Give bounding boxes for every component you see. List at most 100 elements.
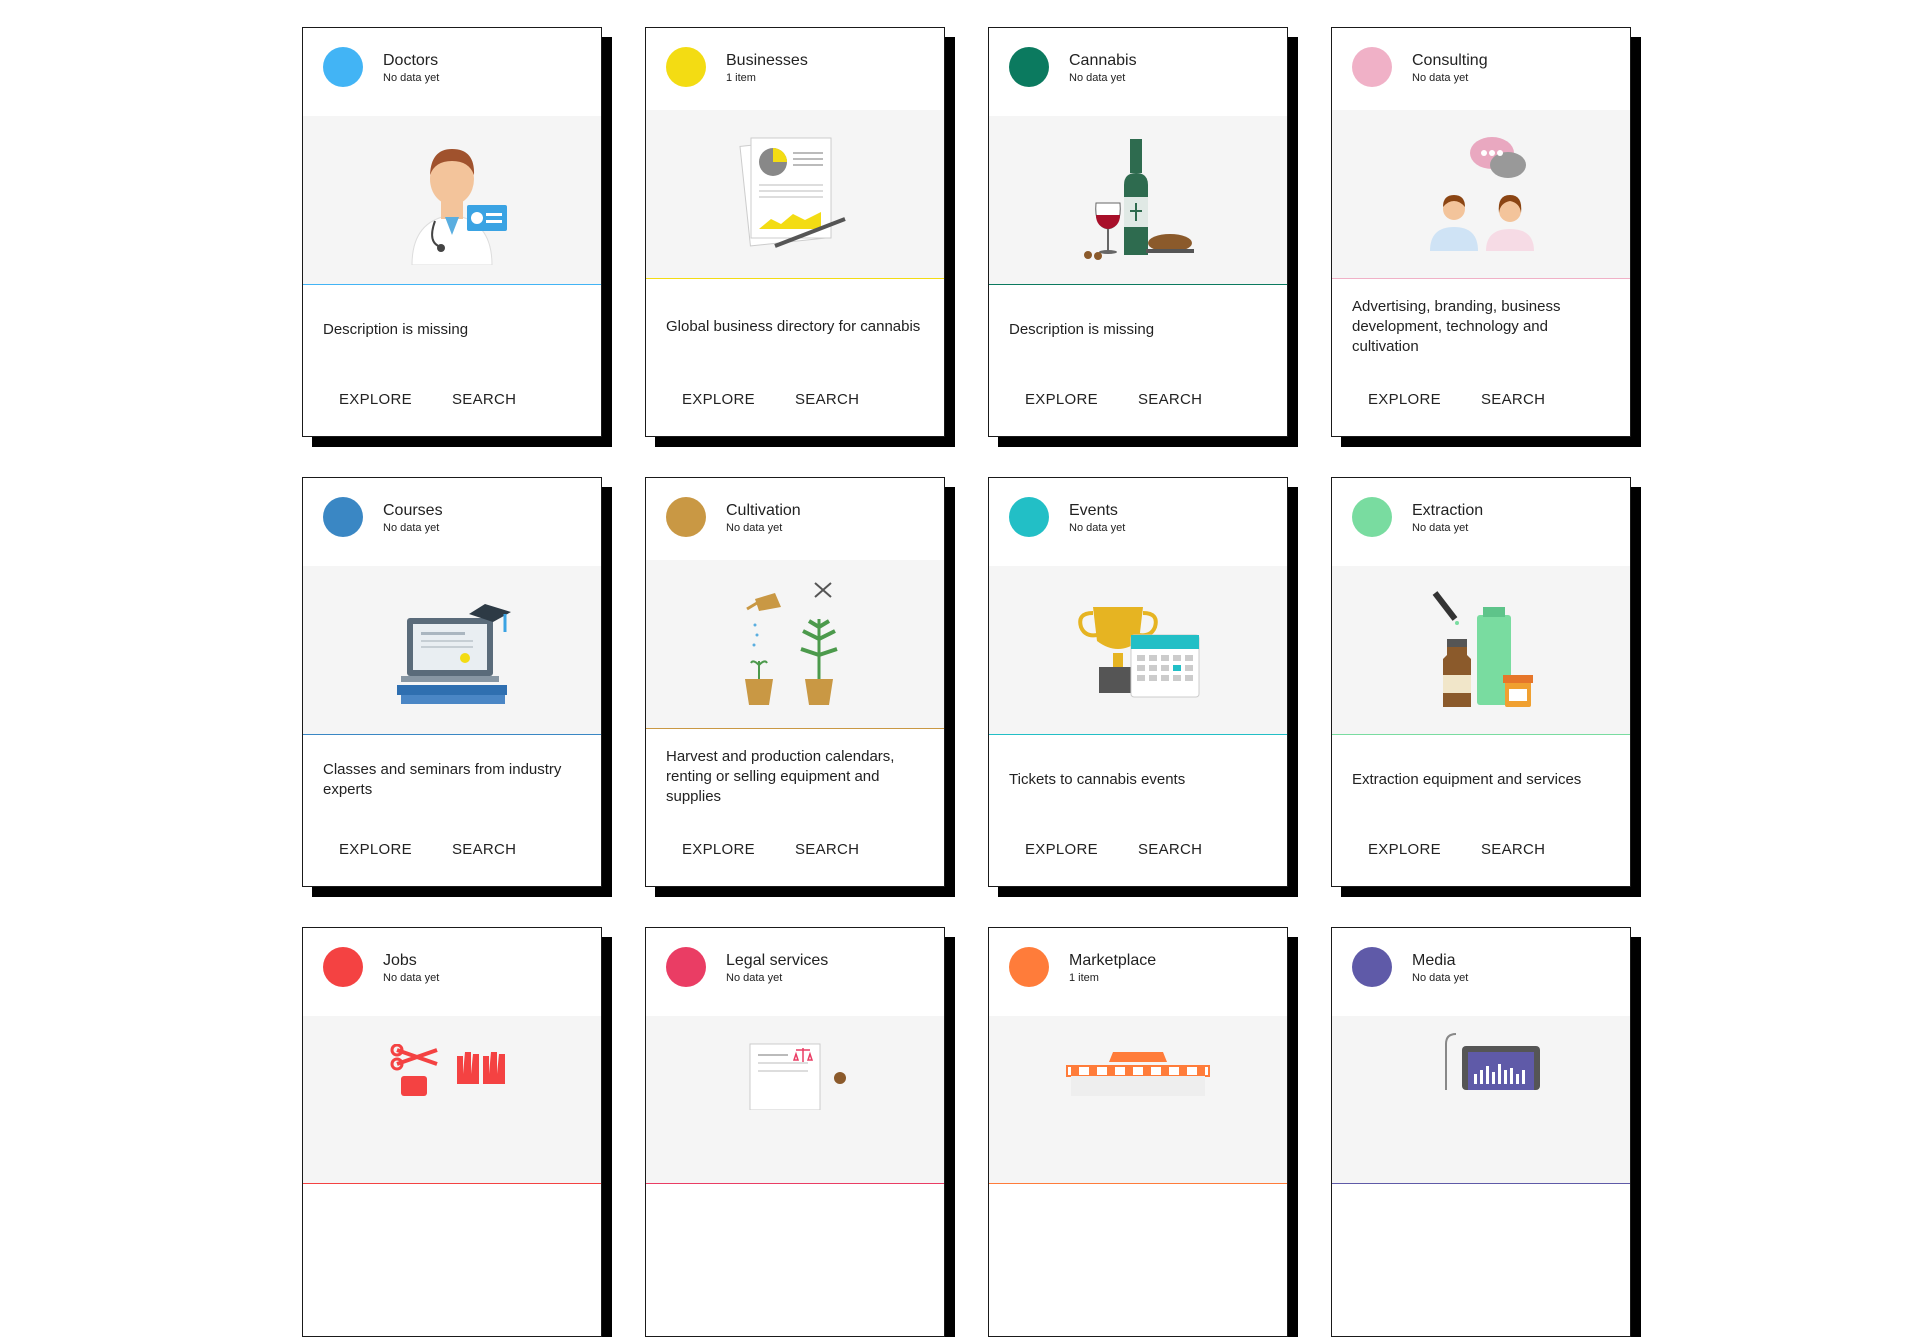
card-media (646, 560, 944, 729)
card-actions: EXPLORE SEARCH (682, 841, 859, 858)
card-media (303, 116, 601, 285)
card-media (989, 566, 1287, 735)
card-description: Extraction equipment and services (1352, 771, 1582, 788)
category-card-marketplace: Marketplace 1 item (988, 927, 1288, 1337)
category-avatar (666, 47, 706, 87)
card-header: Marketplace 1 item (989, 928, 1287, 1016)
card-description: Harvest and production calendars, rentin… (666, 748, 895, 805)
card-title: Cultivation (726, 502, 801, 519)
search-button[interactable]: SEARCH (452, 391, 516, 408)
market-stall-icon (1066, 1052, 1210, 1096)
category-card-doctors: Doctors No data yet Description is missi… (302, 27, 602, 437)
explore-button[interactable]: EXPLORE (1025, 391, 1098, 408)
card-subtitle: No data yet (1412, 522, 1469, 534)
category-card-courses: Courses No data yet Classes and seminars… (302, 477, 602, 887)
search-button[interactable]: SEARCH (795, 841, 859, 858)
card-media (646, 110, 944, 279)
card-media (1332, 1016, 1630, 1184)
card-subtitle: 1 item (726, 72, 756, 84)
category-card-legal-services: Legal services No data yet (645, 927, 945, 1337)
category-card-cannabis: Cannabis No data yet Description is miss… (988, 27, 1288, 437)
laptop-graduation-icon (397, 604, 511, 704)
search-button[interactable]: SEARCH (1481, 391, 1545, 408)
card-media (989, 1016, 1287, 1184)
card-header: Jobs No data yet (303, 928, 601, 1016)
search-button[interactable]: SEARCH (795, 391, 859, 408)
card-media (303, 566, 601, 735)
card-description (1332, 1184, 1630, 1274)
card-title: Consulting (1412, 52, 1488, 69)
category-avatar (323, 497, 363, 537)
card-subtitle: No data yet (1412, 72, 1469, 84)
card-title: Doctors (383, 52, 439, 69)
card-media (1332, 566, 1630, 735)
card-description: Advertising, branding, business developm… (1352, 298, 1561, 355)
explore-button[interactable]: EXPLORE (339, 841, 412, 858)
category-avatar (1352, 47, 1392, 87)
card-title: Extraction (1412, 502, 1484, 519)
card-actions: EXPLORE SEARCH (339, 391, 516, 408)
category-grid: Doctors No data yet Description is missi… (302, 27, 1631, 1337)
card-subtitle: No data yet (726, 972, 783, 984)
card-subtitle: No data yet (726, 522, 783, 534)
card-header: Consulting No data yet (1332, 28, 1630, 110)
card-title: Businesses (726, 52, 808, 69)
card-actions: EXPLORE SEARCH (1368, 841, 1545, 858)
card-header: Legal services No data yet (646, 928, 944, 1016)
card-actions: EXPLORE SEARCH (682, 391, 859, 408)
scissors-gloves-icon (390, 1044, 505, 1096)
explore-button[interactable]: EXPLORE (1368, 391, 1441, 408)
card-title: Marketplace (1069, 952, 1157, 969)
card-header: Doctors No data yet (303, 28, 601, 116)
category-avatar (323, 947, 363, 987)
card-description: Description is missing (323, 321, 469, 338)
card-header: Cultivation No data yet (646, 478, 944, 560)
explore-button[interactable]: EXPLORE (682, 841, 755, 858)
category-card-consulting: Consulting No data yet Advertising, bran… (1331, 27, 1631, 437)
card-title: Media (1412, 952, 1456, 969)
card-title: Legal services (726, 952, 829, 969)
category-card-businesses: Businesses 1 item Global business direct… (645, 27, 945, 437)
card-title: Events (1069, 502, 1118, 519)
search-button[interactable]: SEARCH (452, 841, 516, 858)
card-title: Cannabis (1069, 52, 1137, 69)
plant-pots-icon (745, 582, 838, 705)
category-avatar (666, 947, 706, 987)
doctor-icon (411, 149, 507, 265)
search-button[interactable]: SEARCH (1138, 841, 1202, 858)
card-header: Businesses 1 item (646, 28, 944, 110)
card-actions: EXPLORE SEARCH (339, 841, 516, 858)
category-card-jobs: Jobs No data yet (302, 927, 602, 1337)
explore-button[interactable]: EXPLORE (339, 391, 412, 408)
legal-document-icon (749, 1043, 846, 1110)
card-header: Media No data yet (1332, 928, 1630, 1016)
category-avatar (1352, 497, 1392, 537)
card-description: Description is missing (1009, 321, 1155, 338)
category-card-media: Media No data yet (1331, 927, 1631, 1337)
search-button[interactable]: SEARCH (1481, 841, 1545, 858)
category-avatar (1009, 947, 1049, 987)
category-card-events: Events No data yet Tickets to cannabis e… (988, 477, 1288, 887)
dropper-bottles-icon (1432, 591, 1533, 707)
explore-button[interactable]: EXPLORE (1368, 841, 1441, 858)
search-button[interactable]: SEARCH (1138, 391, 1202, 408)
card-subtitle: No data yet (383, 72, 440, 84)
explore-button[interactable]: EXPLORE (682, 391, 755, 408)
category-avatar (323, 47, 363, 87)
card-title: Jobs (383, 952, 417, 969)
card-media (1332, 110, 1630, 279)
card-header: Cannabis No data yet (989, 28, 1287, 116)
card-description: Global business directory for cannabis (666, 318, 921, 335)
explore-button[interactable]: EXPLORE (1025, 841, 1098, 858)
card-actions: EXPLORE SEARCH (1368, 391, 1545, 408)
wine-bottle-icon (1084, 139, 1194, 260)
card-actions: EXPLORE SEARCH (1025, 391, 1202, 408)
card-header: Extraction No data yet (1332, 478, 1630, 566)
card-description (303, 1184, 601, 1274)
media-tablet-icon (1445, 1033, 1540, 1090)
card-subtitle: 1 item (1069, 972, 1099, 984)
card-subtitle: No data yet (383, 522, 440, 534)
card-subtitle: No data yet (1412, 972, 1469, 984)
category-avatar (666, 497, 706, 537)
card-header: Courses No data yet (303, 478, 601, 566)
